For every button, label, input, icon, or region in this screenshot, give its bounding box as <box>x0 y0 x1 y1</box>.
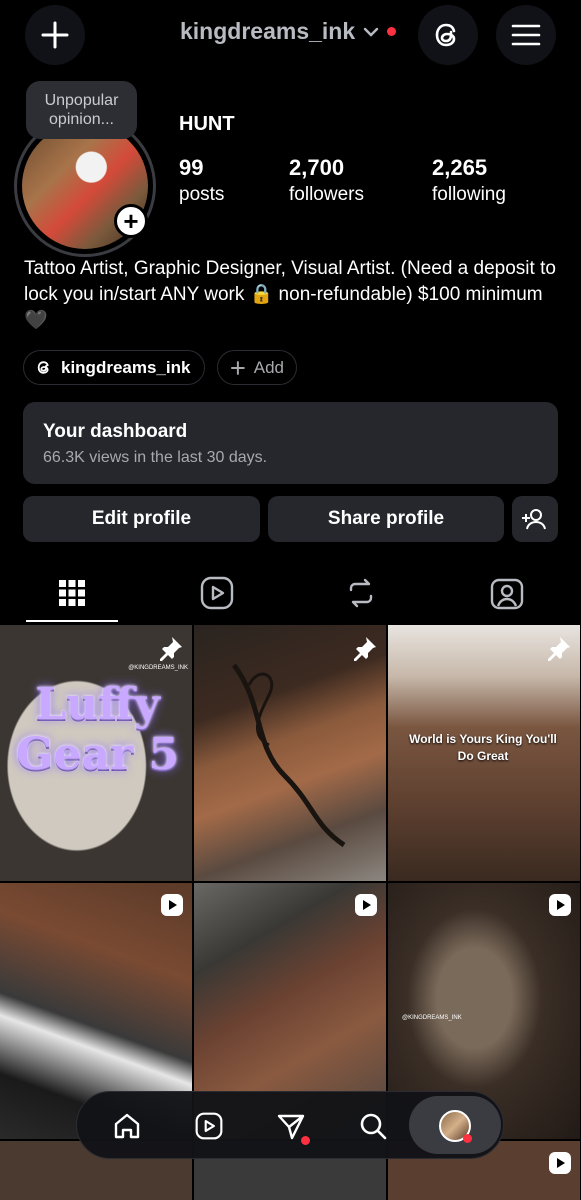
reel-icon <box>549 894 571 916</box>
chevron-down-icon <box>363 27 379 37</box>
add-link-chip[interactable]: Add <box>217 350 297 385</box>
threads-button[interactable] <box>418 5 478 65</box>
menu-button[interactable] <box>496 5 556 65</box>
stat-value: 99 <box>179 155 204 180</box>
dashboard-card[interactable]: Your dashboard 66.3K views in the last 3… <box>23 402 558 484</box>
menu-icon <box>511 24 541 46</box>
dashboard-title: Your dashboard <box>43 421 188 442</box>
followers-count[interactable]: 2,700 followers <box>289 155 364 206</box>
pin-icon <box>160 637 182 661</box>
profile-name: HUNT <box>179 113 235 135</box>
pin-icon <box>548 637 570 661</box>
search-icon <box>360 1113 387 1140</box>
dashboard-subtitle: 66.3K views in the last 30 days. <box>43 449 268 466</box>
reel-icon <box>549 1152 571 1174</box>
threads-icon <box>435 23 456 47</box>
nav-home[interactable] <box>103 1102 151 1150</box>
nav-direct[interactable] <box>267 1102 315 1150</box>
notification-dot <box>387 27 397 36</box>
following-count[interactable]: 2,265 following <box>432 155 506 206</box>
username: kingdreams_ink <box>180 18 356 44</box>
tab-posts-grid[interactable] <box>37 570 107 616</box>
notification-dot <box>301 1136 310 1145</box>
reel-icon <box>161 894 183 916</box>
note-text: Unpopular opinion... <box>44 92 119 128</box>
bottom-nav <box>76 1091 504 1159</box>
add-story-button[interactable]: + <box>114 204 148 238</box>
stat-value: 2,700 <box>289 155 345 180</box>
reels-icon <box>195 1112 223 1140</box>
tab-tagged[interactable] <box>472 570 542 616</box>
notification-dot <box>463 1134 472 1143</box>
tab-reels[interactable] <box>182 570 252 616</box>
tagged-icon <box>490 578 524 610</box>
new-post-button[interactable] <box>25 5 85 65</box>
watermark: @KINGDREAMS_INK <box>402 1015 462 1021</box>
stat-label: posts <box>179 184 225 205</box>
reposts-icon <box>349 578 373 608</box>
account-switcher[interactable]: kingdreams_ink <box>180 18 397 45</box>
home-icon <box>114 1113 140 1139</box>
nav-reels[interactable] <box>185 1102 233 1150</box>
plus-icon <box>41 21 69 49</box>
script-tattoo-shape <box>231 663 346 848</box>
watermark: @KINGDREAMS_INK <box>128 665 188 671</box>
reel-icon <box>355 894 377 916</box>
add-label: Add <box>253 357 284 377</box>
grid-icon <box>59 580 85 606</box>
post-thumbnail[interactable]: Luffy Gear 5 @KINGDREAMS_INK <box>0 625 192 881</box>
stat-value: 2,265 <box>432 155 488 180</box>
note-bubble[interactable]: Unpopular opinion... <box>26 81 137 139</box>
nav-profile[interactable] <box>431 1102 479 1150</box>
post-overlay-text: World is Yours King You'll Do Great <box>409 732 557 763</box>
stat-label: followers <box>289 184 364 205</box>
active-tab-indicator <box>26 620 118 622</box>
profile-bio: Tattoo Artist, Graphic Designer, Visual … <box>24 258 556 331</box>
post-thumbnail[interactable] <box>194 625 386 881</box>
edit-profile-button[interactable]: Edit profile <box>23 496 260 542</box>
tab-reposts[interactable] <box>326 570 396 616</box>
posts-count[interactable]: 99 posts <box>179 155 224 206</box>
threads-icon <box>37 361 49 374</box>
stat-label: following <box>432 184 506 205</box>
threads-link-chip[interactable]: kingdreams_ink <box>23 350 205 385</box>
post-overlay-text: Luffy Gear 5 <box>15 679 180 780</box>
nav-search[interactable] <box>349 1102 397 1150</box>
discover-people-button[interactable] <box>512 496 558 542</box>
add-person-icon <box>522 509 546 530</box>
plus-icon <box>230 360 245 375</box>
threads-handle: kingdreams_ink <box>61 357 191 377</box>
reels-icon <box>200 576 234 610</box>
share-profile-button[interactable]: Share profile <box>268 496 504 542</box>
post-thumbnail[interactable]: World is Yours King You'll Do Great <box>388 625 580 881</box>
